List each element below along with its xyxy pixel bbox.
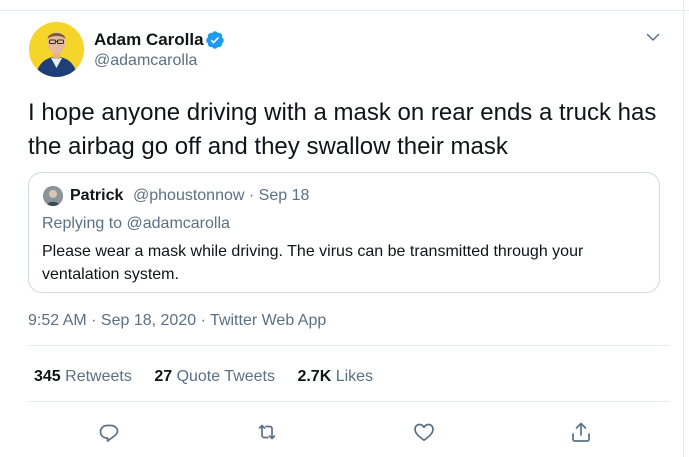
share-icon[interactable] xyxy=(569,420,593,444)
likes-label: Likes xyxy=(335,368,374,385)
retweet-icon[interactable] xyxy=(255,420,279,444)
author-avatar[interactable] xyxy=(29,22,84,77)
likes-count: 2.7K xyxy=(297,368,332,385)
quote-author-avatar xyxy=(43,186,63,206)
tweet-stats: 345 Retweets 27 Quote Tweets 2.7K Likes xyxy=(34,368,391,386)
tweet-timestamp[interactable]: 9:52 AM · Sep 18, 2020 · Twitter Web App xyxy=(28,312,326,330)
verified-badge-icon xyxy=(205,30,225,50)
retweets-label: Retweets xyxy=(65,368,132,385)
replying-to-handle[interactable]: @adamcarolla xyxy=(127,215,230,232)
reply-icon[interactable] xyxy=(97,420,121,444)
like-icon[interactable] xyxy=(412,420,436,444)
tweet-text: I hope anyone driving with a mask on rea… xyxy=(28,99,657,160)
avatar-image xyxy=(29,22,84,77)
top-divider xyxy=(0,10,689,11)
likes-stat[interactable]: 2.7K Likes xyxy=(297,368,373,386)
retweets-count: 345 xyxy=(34,368,61,385)
quote-tweets-stat[interactable]: 27 Quote Tweets xyxy=(154,368,275,386)
stats-top-divider xyxy=(28,345,670,346)
author-handle[interactable]: @adamcarolla xyxy=(94,52,197,70)
replying-to-label: Replying to xyxy=(42,215,123,232)
author-name[interactable]: Adam Carolla xyxy=(94,30,204,50)
quote-replying-to: Replying to @adamcarolla xyxy=(42,215,230,233)
quote-author-meta: @phoustonnow · Sep 18 xyxy=(133,187,310,204)
stats-bottom-divider xyxy=(28,401,670,402)
right-divider xyxy=(683,0,684,457)
chevron-down-icon[interactable] xyxy=(644,28,662,46)
quoted-tweet[interactable]: Patrick @phoustonnow · Sep 18 Replying t… xyxy=(28,172,660,293)
quote-tweets-count: 27 xyxy=(154,368,173,385)
quote-text: Please wear a mask while driving. The vi… xyxy=(42,243,584,283)
quote-author-name: Patrick xyxy=(70,187,124,204)
retweets-stat[interactable]: 345 Retweets xyxy=(34,368,132,386)
quote-tweets-label: Quote Tweets xyxy=(176,368,275,385)
